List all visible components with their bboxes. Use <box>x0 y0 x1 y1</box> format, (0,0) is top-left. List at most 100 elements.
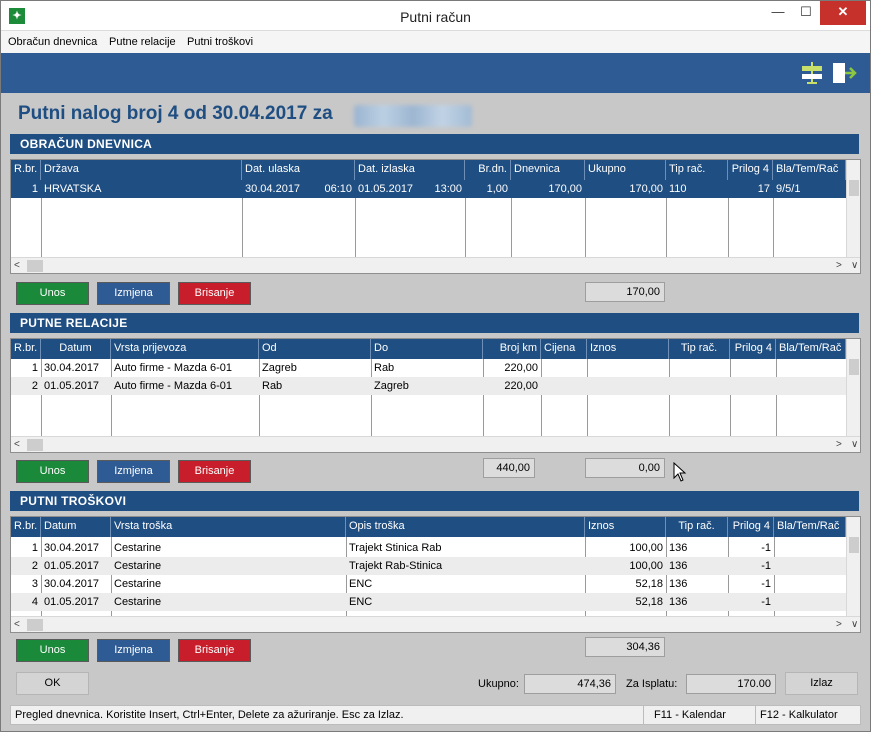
col-opis-troska[interactable]: Opis troška <box>346 517 585 537</box>
relacije-total-km: 440,00 <box>483 458 535 478</box>
vertical-scrollbar[interactable] <box>846 517 860 616</box>
menu-putne-relacije[interactable]: Putne relacije <box>109 36 176 48</box>
status-f12: F12 - Kalkulator <box>760 709 838 721</box>
col-iznos[interactable]: Iznos <box>587 339 669 359</box>
scroll-down-icon[interactable]: ∨ <box>851 437 858 452</box>
col-prilog4[interactable]: Prilog 4 <box>730 339 776 359</box>
menu-bar: Obračun dnevnica Putne relacije Putni tr… <box>1 31 870 53</box>
table-row[interactable]: 1 HRVATSKA 30.04.2017 06:10 01.05.2017 1… <box>11 180 848 198</box>
col-do[interactable]: Do <box>371 339 483 359</box>
menu-putni-troskovi[interactable]: Putni troškovi <box>187 36 253 48</box>
scroll-right-icon[interactable]: > <box>836 258 842 273</box>
scroll-thumb[interactable] <box>849 180 859 196</box>
scroll-down-icon[interactable]: ∨ <box>851 258 858 273</box>
col-dat-ulaska[interactable]: Dat. ulaska <box>242 160 355 180</box>
dnevnice-grid[interactable]: R.br. Država Dat. ulaska Dat. izlaska Br… <box>10 159 861 274</box>
col-iznos[interactable]: Iznos <box>585 517 666 537</box>
vertical-scrollbar[interactable] <box>846 339 860 436</box>
page-title: Putni nalog broj 4 od 30.04.2017 za <box>18 103 333 124</box>
scroll-left-icon[interactable]: < <box>14 258 20 273</box>
scroll-thumb[interactable] <box>27 619 43 631</box>
maximize-button[interactable]: ☐ <box>793 1 819 25</box>
exit-icon[interactable] <box>831 60 857 86</box>
col-tip-rac[interactable]: Tip rač. <box>666 517 728 537</box>
scroll-right-icon[interactable]: > <box>836 617 842 632</box>
relacije-grid[interactable]: R.br. Datum Vrsta prijevoza Od Do Broj k… <box>10 338 861 453</box>
scroll-thumb[interactable] <box>849 537 859 553</box>
troskovi-grid[interactable]: R.br. Datum Vrsta troška Opis troška Izn… <box>10 516 861 633</box>
horizontal-scrollbar[interactable]: < > ∨ <box>11 616 860 632</box>
col-vrsta-prijevoza[interactable]: Vrsta prijevoza <box>111 339 259 359</box>
col-prilog4[interactable]: Prilog 4 <box>728 160 773 180</box>
col-broj-km[interactable]: Broj km <box>483 339 541 359</box>
col-rbr[interactable]: R.br. <box>11 517 41 537</box>
dnevnice-grid-header: R.br. Država Dat. ulaska Dat. izlaska Br… <box>11 160 846 180</box>
izmjena-dnevnice-button[interactable]: Izmjena <box>97 282 170 305</box>
col-datum[interactable]: Datum <box>41 339 111 359</box>
mouse-cursor-icon <box>673 462 687 482</box>
scroll-thumb[interactable] <box>849 359 859 375</box>
table-row[interactable]: 3 30.04.2017 Cestarine ENC 52,18 136 -1 <box>11 575 848 593</box>
col-cijena[interactable]: Cijena <box>541 339 587 359</box>
za-isplatu-value: 170.00 <box>686 674 776 694</box>
col-prilog4[interactable]: Prilog 4 <box>728 517 774 537</box>
unos-dnevnice-button[interactable]: Unos <box>16 282 89 305</box>
col-dat-izlaska[interactable]: Dat. izlaska <box>355 160 465 180</box>
scroll-thumb[interactable] <box>27 439 43 451</box>
status-bar: Pregled dnevnica. Koristite Insert, Ctrl… <box>10 705 861 725</box>
izmjena-relacije-button[interactable]: Izmjena <box>97 460 170 483</box>
col-dnevnica[interactable]: Dnevnica <box>511 160 585 180</box>
col-od[interactable]: Od <box>259 339 371 359</box>
section-relacije-header: PUTNE RELACIJE <box>10 313 859 333</box>
menu-obracun-dnevnica[interactable]: Obračun dnevnica <box>8 36 97 48</box>
za-isplatu-label: Za Isplatu: <box>626 678 678 690</box>
status-message: Pregled dnevnica. Koristite Insert, Ctrl… <box>11 706 644 724</box>
brisanje-dnevnice-button[interactable]: Brisanje <box>178 282 251 305</box>
col-tip-rac[interactable]: Tip rač. <box>666 160 728 180</box>
table-row[interactable]: 2 01.05.2017 Cestarine Trajekt Rab-Stini… <box>11 557 848 575</box>
unos-relacije-button[interactable]: Unos <box>16 460 89 483</box>
unos-troskovi-button[interactable]: Unos <box>16 639 89 662</box>
vertical-scrollbar[interactable] <box>846 160 860 257</box>
ok-button[interactable]: OK <box>16 672 89 695</box>
col-bla-tem-rac[interactable]: Bla/Tem/Rač <box>774 517 846 537</box>
col-ukupno[interactable]: Ukupno <box>585 160 666 180</box>
col-bla-tem-rac[interactable]: Bla/Tem/Rač <box>776 339 846 359</box>
troskovi-grid-header: R.br. Datum Vrsta troška Opis troška Izn… <box>11 517 846 537</box>
brisanje-troskovi-button[interactable]: Brisanje <box>178 639 251 662</box>
section-dnevnice-header: OBRAČUN DNEVNICA <box>10 134 859 154</box>
col-br-dn[interactable]: Br.dn. <box>465 160 511 180</box>
redacted-name <box>354 105 472 127</box>
col-rbr[interactable]: R.br. <box>11 160 41 180</box>
close-button[interactable]: ✕ <box>820 1 866 25</box>
horizontal-scrollbar[interactable]: < > ∨ <box>11 257 860 273</box>
brisanje-relacije-button[interactable]: Brisanje <box>178 460 251 483</box>
horizontal-scrollbar[interactable]: < > ∨ <box>11 436 860 452</box>
col-vrsta-troska[interactable]: Vrsta troška <box>111 517 346 537</box>
scroll-left-icon[interactable]: < <box>14 437 20 452</box>
relacije-grid-header: R.br. Datum Vrsta prijevoza Od Do Broj k… <box>11 339 846 359</box>
toolbar <box>1 53 870 93</box>
scroll-thumb[interactable] <box>27 260 43 272</box>
col-bla-tem-rac[interactable]: Bla/Tem/Rač <box>773 160 846 180</box>
scroll-down-icon[interactable]: ∨ <box>851 617 858 632</box>
izlaz-button[interactable]: Izlaz <box>785 672 858 695</box>
table-row[interactable]: 4 01.05.2017 Cestarine ENC 52,18 136 -1 <box>11 593 848 611</box>
table-row[interactable]: 2 01.05.2017 Auto firme - Mazda 6-01 Rab… <box>11 377 848 395</box>
scroll-right-icon[interactable]: > <box>836 437 842 452</box>
table-row[interactable]: 1 30.04.2017 Cestarine Trajekt Stinica R… <box>11 539 848 557</box>
scroll-left-icon[interactable]: < <box>14 617 20 632</box>
ukupno-label: Ukupno: <box>478 678 519 690</box>
col-tip-rac[interactable]: Tip rač. <box>669 339 730 359</box>
col-rbr[interactable]: R.br. <box>11 339 41 359</box>
signpost-icon[interactable] <box>799 60 825 86</box>
table-row[interactable]: 1 30.04.2017 Auto firme - Mazda 6-01 Zag… <box>11 359 848 377</box>
col-datum[interactable]: Datum <box>41 517 111 537</box>
col-drzava[interactable]: Država <box>41 160 242 180</box>
minimize-button[interactable]: — <box>765 1 791 25</box>
section-troskovi-header: PUTNI TROŠKOVI <box>10 491 859 511</box>
window-title: Putni račun <box>400 9 471 25</box>
izmjena-troskovi-button[interactable]: Izmjena <box>97 639 170 662</box>
status-f11: F11 - Kalendar <box>650 706 756 724</box>
troskovi-total: 304,36 <box>585 637 665 657</box>
